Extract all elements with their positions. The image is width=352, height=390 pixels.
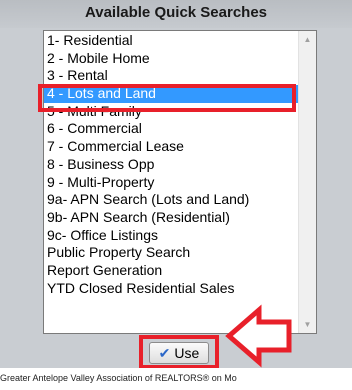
pointer-arrow-icon: [225, 304, 292, 368]
list-item[interactable]: 9 - Multi-Property: [44, 174, 299, 192]
quick-search-items: 1- Residential 2 - Mobile Home 3 - Rental 4…: [44, 32, 299, 297]
list-item[interactable]: 8 - Business Opp: [44, 156, 299, 174]
quick-search-listbox[interactable]: 1- Residential 2 - Mobile Home 3 - Rental 4…: [43, 30, 317, 334]
selected-item-highlight-annotation: [38, 84, 296, 112]
footer-text: Greater Antelope Valley Association of R…: [0, 368, 352, 390]
list-item[interactable]: Report Generation: [44, 262, 299, 280]
list-item[interactable]: 2 - Mobile Home: [44, 50, 299, 68]
use-button-highlight-annotation: [139, 335, 219, 369]
list-item[interactable]: 6 - Commercial: [44, 120, 299, 138]
listbox-scrollbar[interactable]: ▲ ▼: [298, 31, 316, 333]
list-item[interactable]: 9a- APN Search (Lots and Land): [44, 191, 299, 209]
quick-searches-panel: Available Quick Searches 1- Residential 2…: [0, 0, 352, 369]
scroll-up-arrow-icon[interactable]: ▲: [299, 31, 316, 48]
list-item[interactable]: 3 - Rental: [44, 67, 299, 85]
panel-title: Available Quick Searches: [0, 0, 352, 28]
list-item[interactable]: YTD Closed Residential Sales: [44, 280, 299, 298]
list-item[interactable]: 9b- APN Search (Residential): [44, 209, 299, 227]
list-item[interactable]: 9c- Office Listings: [44, 227, 299, 245]
list-item[interactable]: Public Property Search: [44, 244, 299, 262]
scroll-down-arrow-icon[interactable]: ▼: [299, 316, 316, 333]
list-item[interactable]: 7 - Commercial Lease: [44, 138, 299, 156]
list-item[interactable]: 1- Residential: [44, 32, 299, 50]
